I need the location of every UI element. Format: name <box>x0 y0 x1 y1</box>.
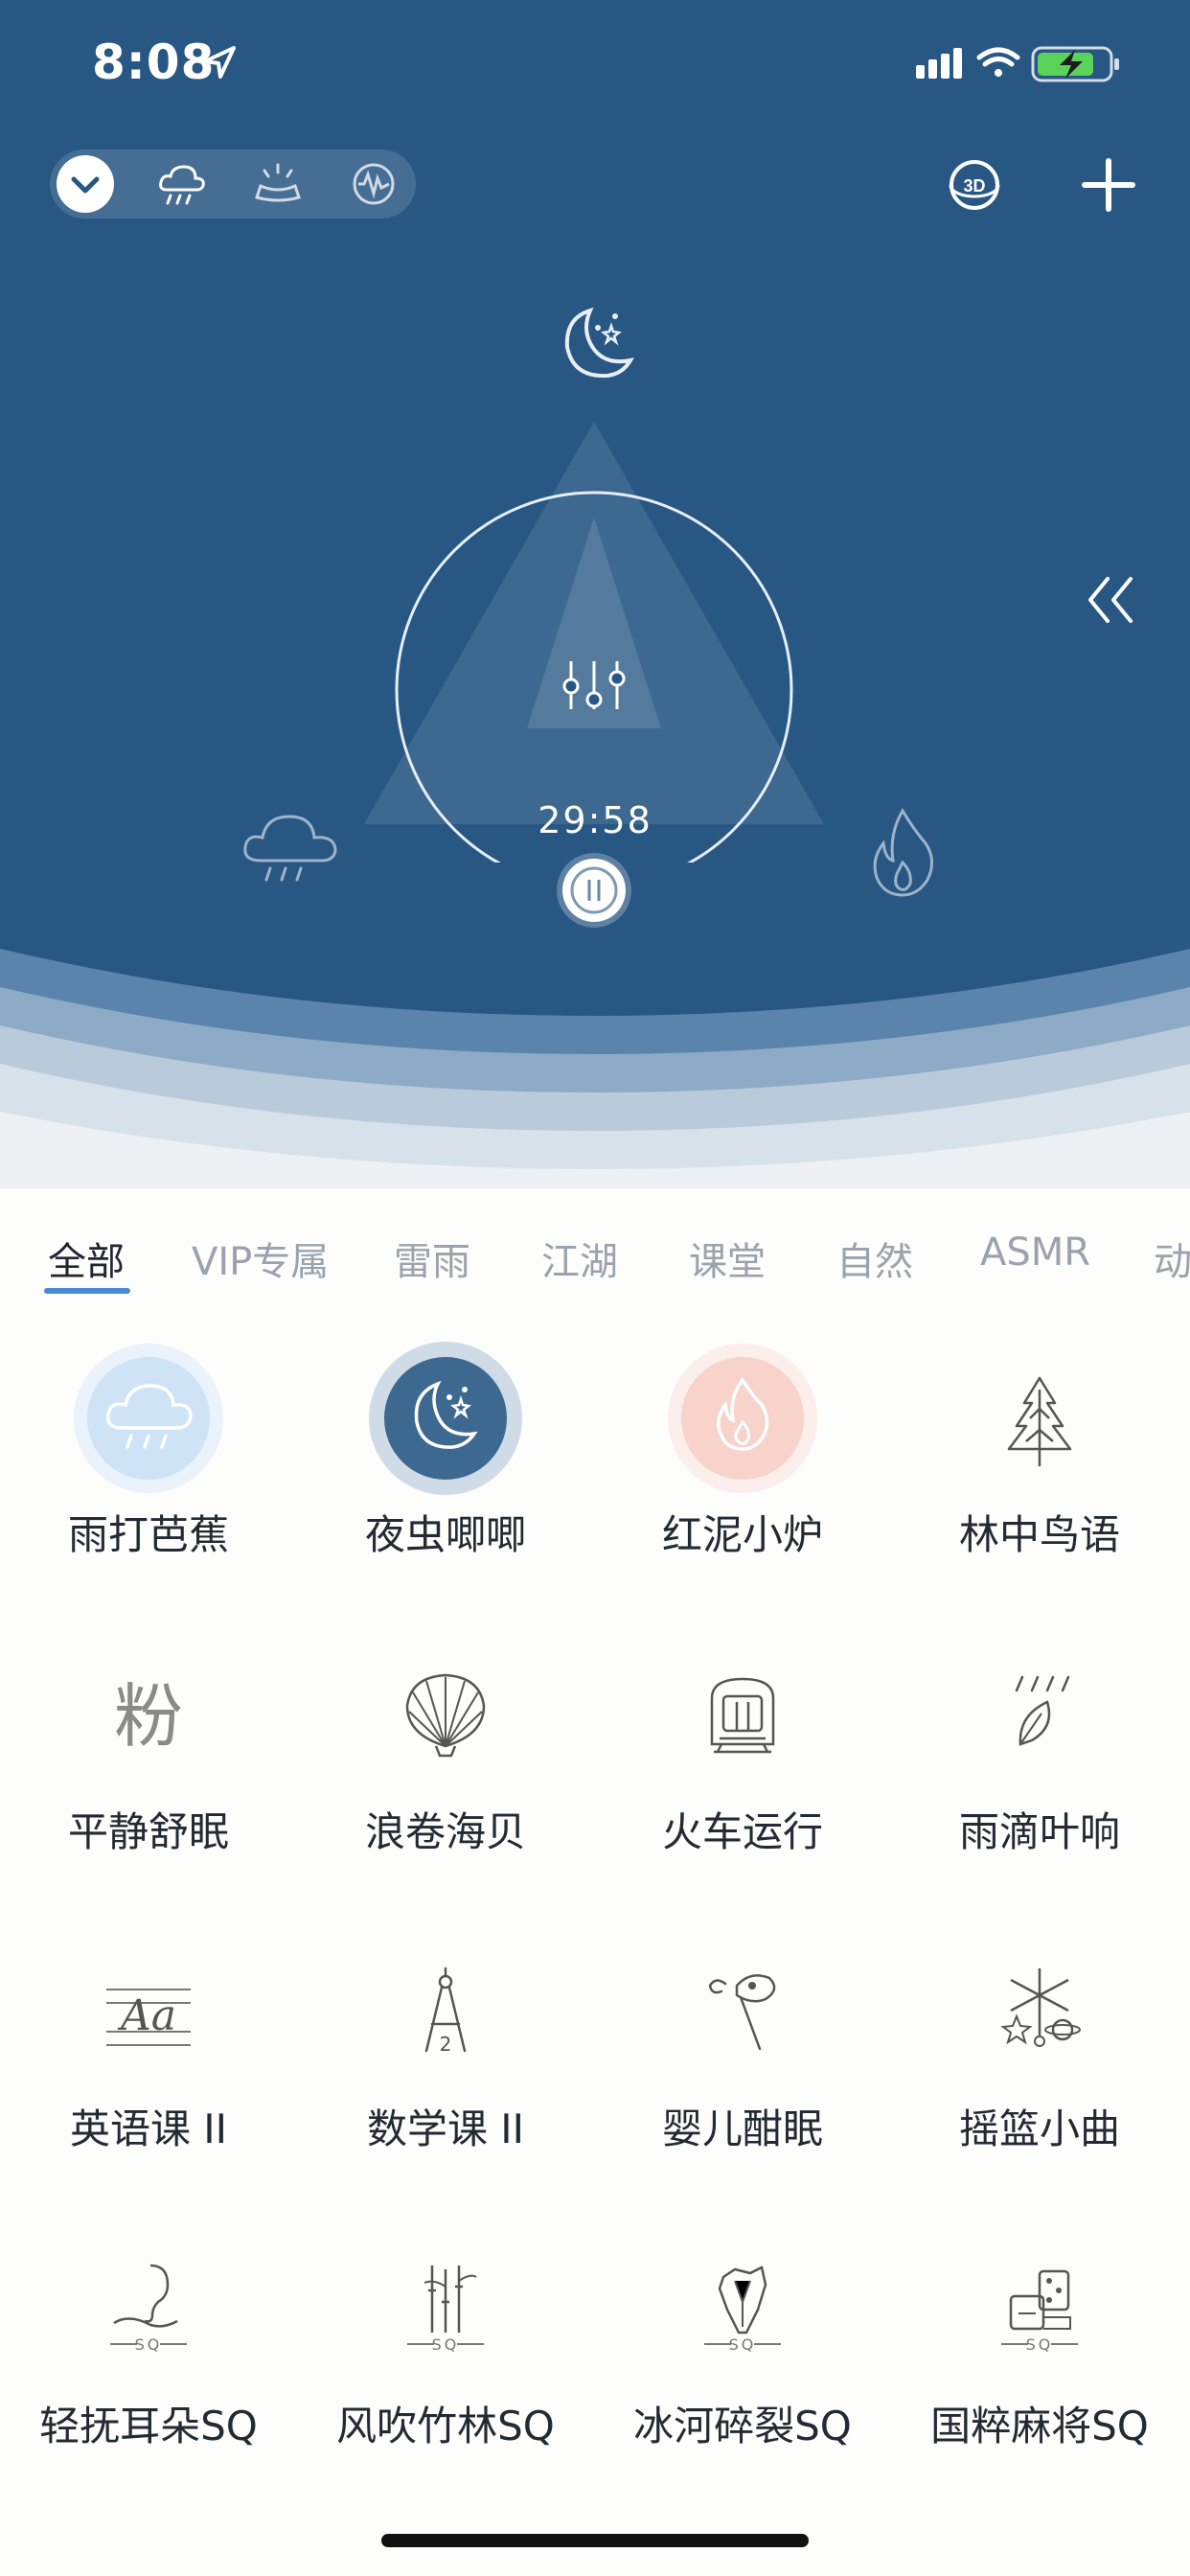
wave-scene-button[interactable] <box>345 155 402 213</box>
mahjong-icon: SQ <box>963 2233 1116 2386</box>
sound-item[interactable]: 夜虫唧唧 <box>297 1342 594 1629</box>
rain-cloud-icon <box>72 1342 225 1495</box>
svg-text:3D: 3D <box>963 176 985 196</box>
sound-label: 轻抚耳朵SQ <box>39 2403 258 2450</box>
rain-cloud-icon <box>159 165 205 205</box>
flame-icon <box>666 1342 819 1495</box>
flame-icon <box>873 808 933 897</box>
status-icons <box>916 46 1119 82</box>
sound-label: 夜虫唧唧 <box>364 1511 526 1558</box>
sunrise-scene-button[interactable] <box>249 155 307 213</box>
scene-switcher <box>50 150 416 218</box>
expand-panel-button[interactable] <box>1083 571 1140 632</box>
fen-character-icon: 粉 <box>72 1639 225 1792</box>
train-icon <box>666 1639 819 1792</box>
tab-all[interactable]: 全部 <box>48 1230 125 1286</box>
tab-asmr[interactable]: ASMR <box>980 1230 1090 1275</box>
sound-item[interactable]: 浪卷海贝 <box>297 1639 594 1926</box>
sound-item[interactable]: 粉 平静舒眠 <box>0 1639 297 1926</box>
sound-item[interactable]: 林中鸟语 <box>891 1342 1188 1629</box>
chevron-down-icon <box>71 176 100 194</box>
sound-label: 数学课 II <box>366 2105 525 2152</box>
svg-text:2: 2 <box>440 2033 452 2056</box>
plus-icon <box>1082 158 1135 212</box>
sound-item[interactable]: SQ 国粹麻将SQ <box>891 2233 1188 2520</box>
tab-thunderstorm[interactable]: 雷雨 <box>394 1230 470 1286</box>
sound-label: 风吹竹林SQ <box>336 2403 555 2450</box>
mix-dial[interactable] <box>364 422 824 862</box>
3d-icon: 3D <box>949 160 1000 210</box>
soundwave-icon <box>353 163 395 205</box>
sound-label: 婴儿酣眠 <box>661 2105 823 2152</box>
sound-label: 浪卷海贝 <box>364 1808 526 1855</box>
compass-icon: 2 <box>369 1936 522 2089</box>
tab-vip[interactable]: VIP专属 <box>192 1230 329 1286</box>
sound-item[interactable]: SQ 风吹竹林SQ <box>297 2233 594 2520</box>
sound-label: 红泥小炉 <box>661 1511 823 1558</box>
player-header: 8:08 3D 29:58 <box>0 0 1190 1188</box>
3d-audio-button[interactable]: 3D <box>943 153 1006 217</box>
moon-stars-icon <box>564 307 634 379</box>
location-arrow-icon <box>203 46 236 79</box>
rain-cloud-icon <box>243 815 337 882</box>
wifi-icon <box>976 47 1020 77</box>
svg-text:SQ: SQ <box>135 2335 163 2354</box>
tab-jianghu[interactable]: 江湖 <box>541 1230 618 1286</box>
seashell-icon <box>369 1639 522 1792</box>
signal-icon <box>916 48 962 79</box>
category-tabs: 全部 VIP专属 雷雨 江湖 课堂 自然 ASMR 动 <box>0 1188 1190 1294</box>
sound-item[interactable]: 婴儿酣眠 <box>594 1936 891 2223</box>
battery-icon <box>1031 46 1119 82</box>
ear-hand-icon: SQ <box>72 2233 225 2386</box>
ice-icon: SQ <box>666 2233 819 2386</box>
sound-label: 国粹麻将SQ <box>930 2403 1149 2450</box>
wave-decoration <box>0 949 1190 1188</box>
home-indicator[interactable] <box>381 2534 809 2547</box>
tab-more[interactable]: 动 <box>1154 1230 1190 1286</box>
timer-readout: 29:58 <box>538 799 652 841</box>
sound-label: 英语课 II <box>69 2105 228 2152</box>
sound-label: 雨打芭蕉 <box>67 1511 229 1558</box>
sound-item[interactable]: SQ 轻抚耳朵SQ <box>0 2233 297 2520</box>
sound-item[interactable]: Aa 英语课 II <box>0 1936 297 2223</box>
sound-label: 雨滴叶响 <box>958 1808 1120 1855</box>
sound-item[interactable]: 2 数学课 II <box>297 1936 594 2223</box>
moon-stars-icon <box>369 1342 522 1495</box>
active-tab-indicator <box>44 1288 130 1294</box>
collapse-button[interactable] <box>57 155 114 213</box>
sound-item[interactable]: 火车运行 <box>594 1639 891 1926</box>
pine-tree-icon <box>963 1342 1116 1495</box>
tab-nature[interactable]: 自然 <box>836 1230 913 1286</box>
sound-item[interactable]: 雨滴叶响 <box>891 1639 1188 1926</box>
rattle-icon <box>666 1936 819 2089</box>
sound-label: 冰河碎裂SQ <box>633 2403 852 2450</box>
svg-text:Aa: Aa <box>117 1991 176 2040</box>
english-aa-icon: Aa <box>72 1936 225 2089</box>
svg-text:粉: 粉 <box>114 1676 183 1757</box>
sunrise-icon <box>255 163 301 202</box>
sound-label: 摇篮小曲 <box>958 2105 1120 2152</box>
sound-item[interactable]: 红泥小炉 <box>594 1342 891 1629</box>
rain-leaf-icon <box>963 1639 1116 1792</box>
sound-item[interactable]: SQ 冰河碎裂SQ <box>594 2233 891 2520</box>
svg-text:SQ: SQ <box>432 2335 460 2354</box>
status-time: 8:08 <box>92 34 216 90</box>
sound-item[interactable]: 雨打芭蕉 <box>0 1342 297 1629</box>
tab-classroom[interactable]: 课堂 <box>689 1230 766 1286</box>
svg-text:SQ: SQ <box>1026 2335 1054 2354</box>
rain-scene-button[interactable] <box>153 155 211 213</box>
bamboo-icon: SQ <box>369 2233 522 2386</box>
double-chevron-left-icon <box>1088 577 1133 623</box>
sound-item[interactable]: 摇篮小曲 <box>891 1936 1188 2223</box>
sound-label: 平静舒眠 <box>67 1808 229 1855</box>
sound-label: 火车运行 <box>661 1808 823 1855</box>
mobile-toy-icon <box>963 1936 1116 2089</box>
svg-text:SQ: SQ <box>729 2335 757 2354</box>
add-button[interactable] <box>1077 153 1140 217</box>
sound-label: 林中鸟语 <box>958 1511 1120 1558</box>
